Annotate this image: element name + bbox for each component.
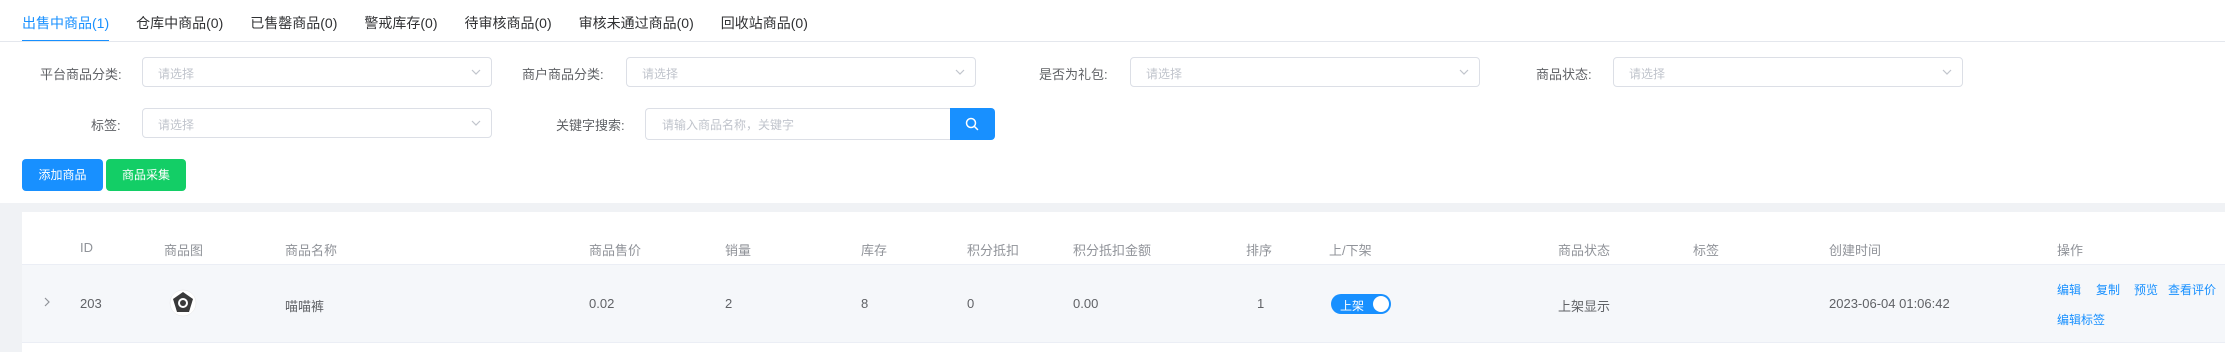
- preview-link[interactable]: 预览: [2134, 281, 2158, 298]
- tag-label: 标签:: [91, 118, 121, 133]
- col-sales: 销量: [725, 243, 752, 258]
- select-placeholder: 请选择: [642, 67, 679, 81]
- platform-category-label: 平台商品分类:: [40, 67, 122, 82]
- keyword-label: 关键字搜索:: [556, 118, 625, 133]
- tab-review-failed[interactable]: 审核未通过商品(0): [579, 0, 694, 40]
- select-placeholder: 请选择: [1629, 67, 1666, 81]
- table-header: ID 商品图 商品名称 商品售价 销量 库存 积分抵扣 积分抵扣金额 排序 上/…: [22, 212, 2225, 265]
- is-gift-select[interactable]: 请选择: [1130, 57, 1480, 87]
- chevron-down-icon: [955, 69, 965, 75]
- cell-points-amount: 0.00: [1073, 296, 1099, 311]
- filter-panel: 出售中商品(1) 仓库中商品(0) 已售罄商品(0) 警戒库存(0) 待审核商品…: [0, 0, 2225, 203]
- chevron-down-icon: [471, 69, 481, 75]
- edit-link[interactable]: 编辑: [2057, 281, 2081, 298]
- col-status: 商品状态: [1558, 243, 1611, 258]
- select-placeholder: 请选择: [158, 118, 195, 132]
- expand-row-icon[interactable]: [42, 296, 52, 308]
- cell-id: 203: [80, 296, 102, 311]
- is-gift-label: 是否为礼包:: [1039, 67, 1108, 82]
- product-table: ID 商品图 商品名称 商品售价 销量 库存 积分抵扣 积分抵扣金额 排序 上/…: [22, 212, 2225, 352]
- shelf-toggle[interactable]: 上架: [1331, 294, 1391, 314]
- tab-warehouse[interactable]: 仓库中商品(0): [136, 0, 223, 40]
- tabs-divider: [0, 41, 2225, 42]
- col-stock: 库存: [861, 243, 888, 258]
- platform-category-select[interactable]: 请选择: [142, 57, 492, 87]
- search-icon: [965, 117, 979, 131]
- product-status-label: 商品状态:: [1536, 67, 1592, 82]
- copy-link[interactable]: 复制: [2096, 281, 2120, 298]
- select-placeholder: 请选择: [1146, 67, 1183, 81]
- tab-on-sale[interactable]: 出售中商品(1): [22, 0, 110, 42]
- col-sort: 排序: [1246, 243, 1273, 258]
- col-id: ID: [80, 240, 93, 255]
- select-placeholder: 请选择: [158, 67, 195, 81]
- product-tabs: 出售中商品(1) 仓库中商品(0) 已售罄商品(0) 警戒库存(0) 待审核商品…: [22, 0, 835, 42]
- add-product-button[interactable]: 添加商品: [22, 159, 103, 191]
- col-created: 创建时间: [1829, 243, 1882, 258]
- cell-created: 2023-06-04 01:06:42: [1829, 296, 1950, 311]
- product-status-select[interactable]: 请选择: [1613, 57, 1963, 87]
- col-shelf: 上/下架: [1329, 243, 1372, 258]
- tab-sold-out[interactable]: 已售罄商品(0): [250, 0, 337, 40]
- cell-name: 喵喵裤: [285, 299, 325, 314]
- keyword-search-input[interactable]: [660, 110, 944, 140]
- chevron-down-icon: [1942, 69, 1952, 75]
- edit-tags-link[interactable]: 编辑标签: [2057, 311, 2105, 328]
- tab-pending-review[interactable]: 待审核商品(0): [465, 0, 552, 40]
- chevron-down-icon: [1459, 69, 1469, 75]
- col-tags: 标签: [1693, 243, 1720, 258]
- search-button[interactable]: [950, 108, 995, 140]
- chevron-down-icon: [471, 120, 481, 126]
- table-row: 203 喵喵裤 0.02 2 8 0 0.00 1 上架 上架显示 2023-0…: [22, 265, 2225, 343]
- cell-sort: 1: [1257, 296, 1265, 311]
- collect-product-button[interactable]: 商品采集: [106, 159, 186, 191]
- merchant-category-label: 商户商品分类:: [522, 67, 604, 82]
- merchant-category-select[interactable]: 请选择: [626, 57, 976, 87]
- keyword-search-field: [645, 108, 951, 140]
- tab-stock-alert[interactable]: 警戒库存(0): [364, 0, 437, 40]
- toggle-knob: [1373, 296, 1389, 312]
- tag-select[interactable]: 请选择: [142, 108, 492, 138]
- col-points-amount: 积分抵扣金额: [1073, 243, 1152, 258]
- product-thumbnail[interactable]: [168, 288, 198, 318]
- cell-points-deduct: 0: [967, 296, 975, 311]
- tab-recycle-bin[interactable]: 回收站商品(0): [721, 0, 808, 40]
- col-actions: 操作: [2057, 243, 2084, 258]
- view-reviews-link[interactable]: 查看评价: [2168, 281, 2216, 298]
- shelf-toggle-label: 上架: [1340, 299, 1365, 313]
- cell-status: 上架显示: [1558, 299, 1611, 314]
- col-price: 商品售价: [589, 243, 642, 258]
- cell-stock: 8: [861, 296, 869, 311]
- cell-sales: 2: [725, 296, 733, 311]
- col-points-deduct: 积分抵扣: [967, 243, 1020, 258]
- col-name: 商品名称: [285, 243, 338, 258]
- col-image: 商品图: [164, 243, 204, 258]
- cell-price: 0.02: [589, 296, 615, 311]
